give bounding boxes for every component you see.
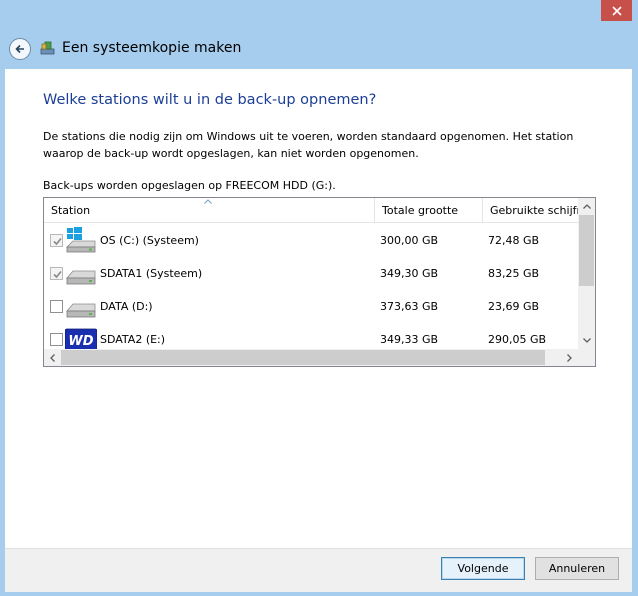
- drive-list[interactable]: Station Totale grootte Gebruikte schijfr…: [43, 197, 596, 367]
- checkmark-icon: [53, 237, 62, 246]
- vertical-scrollbar[interactable]: [578, 198, 595, 349]
- scroll-left-button[interactable]: [44, 349, 61, 366]
- column-header-used-space[interactable]: Gebruikte schijfr...: [483, 198, 578, 223]
- page-heading: Welke stations wilt u in de back-up opne…: [43, 92, 377, 108]
- table-row[interactable]: SDATA1 (Systeem) 349,30 GB 83,25 GB: [44, 257, 578, 290]
- drive-name: SDATA1 (Systeem): [100, 267, 203, 280]
- list-header: Station Totale grootte Gebruikte schijfr…: [44, 198, 578, 223]
- chevron-up-icon: [582, 204, 591, 209]
- horizontal-scrollbar[interactable]: [44, 349, 578, 366]
- back-arrow-icon: [15, 44, 24, 54]
- checkmark-icon: [53, 270, 62, 279]
- svg-text:WD: WD: [68, 334, 93, 349]
- page-description: De stations die nodig zijn om Windows ui…: [43, 130, 574, 160]
- row-checkbox[interactable]: [50, 234, 63, 247]
- drive-name: DATA (D:): [100, 300, 153, 313]
- table-row[interactable]: OS (C:) (Systeem) 300,00 GB 72,48 GB: [44, 224, 578, 257]
- scrollbar-corner: [578, 349, 595, 366]
- hard-drive-icon: [66, 270, 96, 285]
- drive-used-space: 83,25 GB: [488, 267, 540, 280]
- next-button[interactable]: Volgende: [441, 557, 525, 580]
- close-icon: [611, 5, 622, 16]
- chevron-down-icon: [582, 338, 591, 343]
- drive-used-space: 23,69 GB: [488, 300, 540, 313]
- scroll-right-button[interactable]: [561, 349, 578, 366]
- drive-total-size: 300,00 GB: [380, 234, 439, 247]
- windows-drive-icon: [66, 227, 96, 253]
- drive-name: OS (C:) (Systeem): [100, 234, 199, 247]
- table-row[interactable]: DATA (D:) 373,63 GB 23,69 GB: [44, 290, 578, 323]
- column-header-total-size[interactable]: Totale grootte: [375, 198, 483, 223]
- cancel-button[interactable]: Annuleren: [535, 557, 619, 580]
- chevron-right-icon: [567, 353, 572, 362]
- drive-used-space: 72,48 GB: [488, 234, 540, 247]
- backup-destination-text: Back-ups worden opgeslagen op FREECOM HD…: [43, 179, 336, 192]
- row-checkbox[interactable]: [50, 267, 63, 280]
- window-title: Een systeemkopie maken: [62, 40, 242, 56]
- chevron-left-icon: [50, 353, 55, 362]
- scroll-down-button[interactable]: [578, 332, 595, 349]
- hard-drive-icon: [66, 303, 96, 318]
- horizontal-scroll-thumb[interactable]: [61, 350, 545, 365]
- backup-app-icon: [40, 40, 56, 56]
- vertical-scroll-thumb[interactable]: [579, 215, 594, 286]
- back-button[interactable]: [9, 38, 31, 60]
- scroll-up-button[interactable]: [578, 198, 595, 215]
- sort-ascending-icon: [204, 199, 212, 204]
- drive-total-size: 349,30 GB: [380, 267, 439, 280]
- drive-total-size: 373,63 GB: [380, 300, 439, 313]
- row-checkbox[interactable]: [50, 300, 63, 313]
- row-checkbox[interactable]: [50, 333, 63, 346]
- close-button[interactable]: [601, 0, 632, 21]
